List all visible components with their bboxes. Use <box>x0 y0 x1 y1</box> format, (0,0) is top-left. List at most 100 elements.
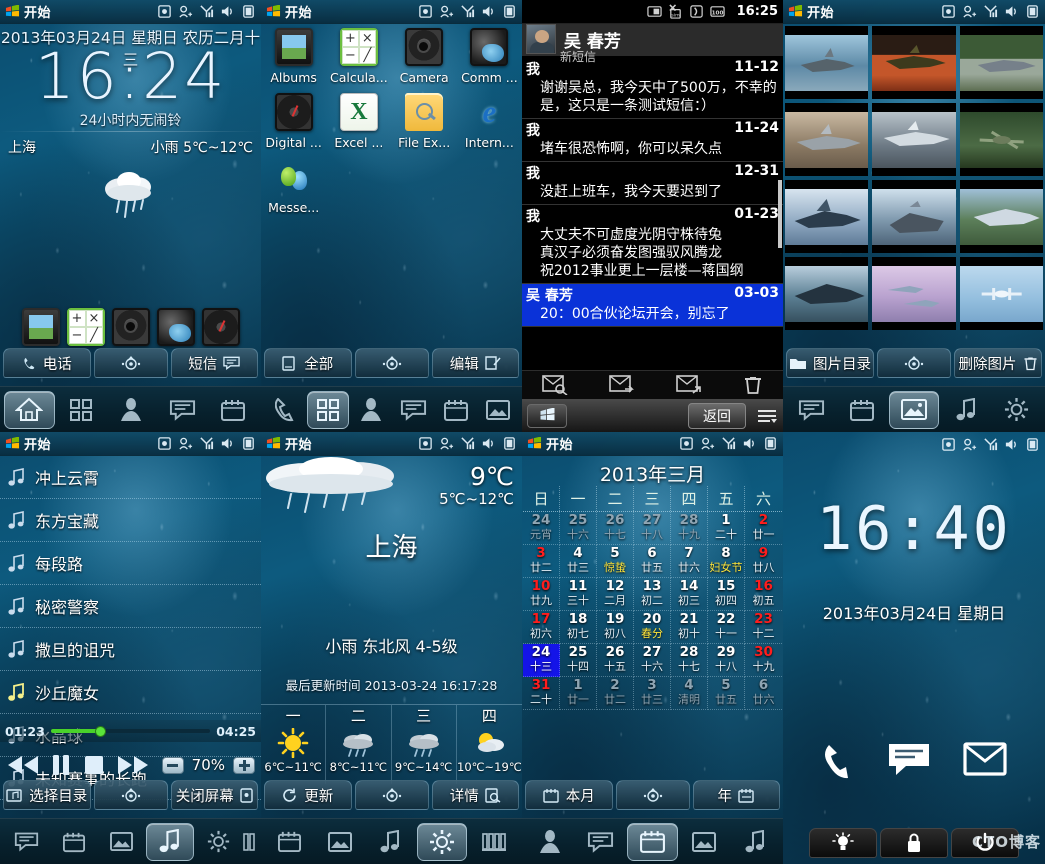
taskbar-messages[interactable] <box>4 823 49 861</box>
signal-icon[interactable] <box>721 436 736 451</box>
track-row[interactable]: 冲上云霄 <box>0 456 261 499</box>
calendar-day[interactable]: 1 廿一 <box>560 677 597 710</box>
forecast-cell[interactable]: 三 9℃~14℃ <box>392 705 457 784</box>
program-item[interactable]: Camera <box>392 28 457 85</box>
taskbar-pictures[interactable] <box>680 823 729 861</box>
dpad-softkey[interactable] <box>615 780 690 810</box>
sms-message-list[interactable]: 我 11-12 谢谢吴总，我今天中了500万，不幸的是，这只是一条测试短信：） 我… <box>522 58 783 370</box>
picture-thumbnail[interactable] <box>959 180 1043 253</box>
titlebar[interactable]: 开始 <box>261 0 522 24</box>
calendar-day[interactable]: 3 廿三 <box>634 677 671 710</box>
camera-icon[interactable] <box>111 308 150 346</box>
delete-picture-softkey[interactable]: 删除图片 <box>954 348 1042 378</box>
reply-mail-icon[interactable] <box>676 375 702 395</box>
device-icon[interactable] <box>418 436 433 451</box>
picture-thumbnail[interactable] <box>785 257 869 330</box>
brightness-button[interactable] <box>809 828 877 858</box>
menu-icon[interactable] <box>756 408 778 424</box>
device-icon[interactable] <box>679 436 694 451</box>
picture-thumbnail[interactable] <box>959 257 1043 330</box>
volume-down-button[interactable] <box>161 756 184 774</box>
contacts-sync-icon[interactable] <box>962 437 977 452</box>
signal-icon[interactable] <box>460 436 475 451</box>
contacts-sync-icon[interactable] <box>962 4 977 19</box>
sim-missing-icon[interactable]: sim <box>668 4 683 19</box>
titlebar[interactable]: 开始 <box>0 432 261 456</box>
start-button[interactable] <box>527 403 567 428</box>
calendar-day[interactable]: 20 春分 <box>634 611 671 644</box>
start-button[interactable]: 开始 <box>5 434 51 453</box>
picture-thumbnail[interactable] <box>785 180 869 253</box>
screen-off-softkey[interactable]: 关闭屏幕 <box>170 780 258 810</box>
battery-icon[interactable] <box>241 436 256 451</box>
comm-manager-icon[interactable] <box>156 308 195 346</box>
calendar-day[interactable]: 11 三十 <box>560 578 597 611</box>
forecast-cell[interactable]: 二 8℃~11℃ <box>326 705 392 784</box>
start-button[interactable]: 开始 <box>5 2 51 21</box>
battery-icon[interactable] <box>241 4 256 19</box>
track-row[interactable]: 撒旦的诅咒 <box>0 628 261 671</box>
this-month-softkey[interactable]: 本月 <box>525 780 613 810</box>
taskbar-calendar[interactable] <box>436 391 476 429</box>
start-button[interactable]: 开始 <box>788 2 834 21</box>
start-button[interactable]: 开始 <box>527 434 573 453</box>
alarm-status[interactable]: 24小时内无闹铃 <box>0 110 261 130</box>
titlebar[interactable]: 开始 <box>522 432 783 456</box>
calendar-day[interactable]: 15 初四 <box>708 578 745 611</box>
calendar-day-today[interactable]: 24 十三 <box>523 644 560 677</box>
seek-track[interactable] <box>50 725 211 737</box>
taskbar-music[interactable] <box>146 822 194 861</box>
calendar-day[interactable]: 21 初十 <box>671 611 708 644</box>
device-icon[interactable] <box>941 4 956 19</box>
taskbar-calendar[interactable] <box>265 823 314 861</box>
messages-icon[interactable] <box>887 742 931 780</box>
taskbar-messages[interactable] <box>394 391 434 429</box>
calendar-day[interactable]: 27 十六 <box>634 644 671 677</box>
calendar-day[interactable]: 26 十七 <box>597 512 634 545</box>
taskbar-contacts[interactable] <box>107 391 156 429</box>
taskbar-music[interactable] <box>941 391 990 429</box>
picture-thumbnail[interactable] <box>872 26 956 99</box>
sms-row-selected[interactable]: 吴 春芳 03-03 20：00合伙论坛开会，别忘了 <box>522 284 783 327</box>
taskbar-contacts[interactable] <box>351 391 391 429</box>
calendar-day[interactable]: 4 廿三 <box>560 545 597 578</box>
calendar-day[interactable]: 6 廿六 <box>745 677 782 710</box>
program-item[interactable]: Digital ... <box>261 93 326 150</box>
dpad-softkey[interactable] <box>354 348 429 378</box>
calendar-day[interactable]: 7 廿六 <box>671 545 708 578</box>
battery-icon[interactable] <box>1025 437 1040 452</box>
calendar-day[interactable]: 16 初五 <box>745 578 782 611</box>
volume-up-button[interactable] <box>233 756 255 774</box>
seek-bar[interactable]: 01:23 04:25 <box>0 720 261 742</box>
weather-condition[interactable]: 小雨 5℃~12℃ <box>151 137 253 157</box>
picture-thumbnail[interactable] <box>785 103 869 176</box>
device-icon[interactable] <box>157 436 172 451</box>
taskbar-settings[interactable] <box>416 822 468 861</box>
picture-thumbnail[interactable] <box>872 180 956 253</box>
battery-100-icon[interactable]: 100 <box>709 4 725 19</box>
taskbar-music[interactable] <box>730 823 779 861</box>
device-icon[interactable] <box>418 4 433 19</box>
today-clock[interactable]: 16:24 <box>0 42 261 112</box>
taskbar-settings[interactable] <box>992 391 1041 429</box>
volume-icon[interactable] <box>1004 437 1019 452</box>
program-item[interactable]: Albums <box>261 28 326 85</box>
taskbar-pictures[interactable] <box>478 391 518 429</box>
calendar-day[interactable]: 17 初六 <box>523 611 560 644</box>
contacts-sync-icon[interactable] <box>700 436 715 451</box>
calendar-day[interactable]: 28 十七 <box>671 644 708 677</box>
forecast-cell[interactable]: 一 6℃~11℃ <box>261 705 327 784</box>
calendar-day[interactable]: 8 妇女节 <box>708 545 745 578</box>
stop-icon[interactable] <box>82 753 106 777</box>
digital-compass-icon[interactable] <box>201 308 240 346</box>
calendar-day[interactable]: 2 廿二 <box>597 677 634 710</box>
taskbar-pictures[interactable] <box>888 390 940 429</box>
program-item[interactable]: Intern... <box>457 93 522 150</box>
dpad-softkey[interactable] <box>93 780 168 810</box>
calendar-day[interactable]: 22 十一 <box>708 611 745 644</box>
picture-thumbnail[interactable] <box>872 257 956 330</box>
calculator-icon[interactable]: + × − ╱ <box>66 308 105 346</box>
signal-icon[interactable] <box>983 4 998 19</box>
taskbar-calendar[interactable] <box>838 391 887 429</box>
taskbar-home[interactable] <box>4 390 55 429</box>
